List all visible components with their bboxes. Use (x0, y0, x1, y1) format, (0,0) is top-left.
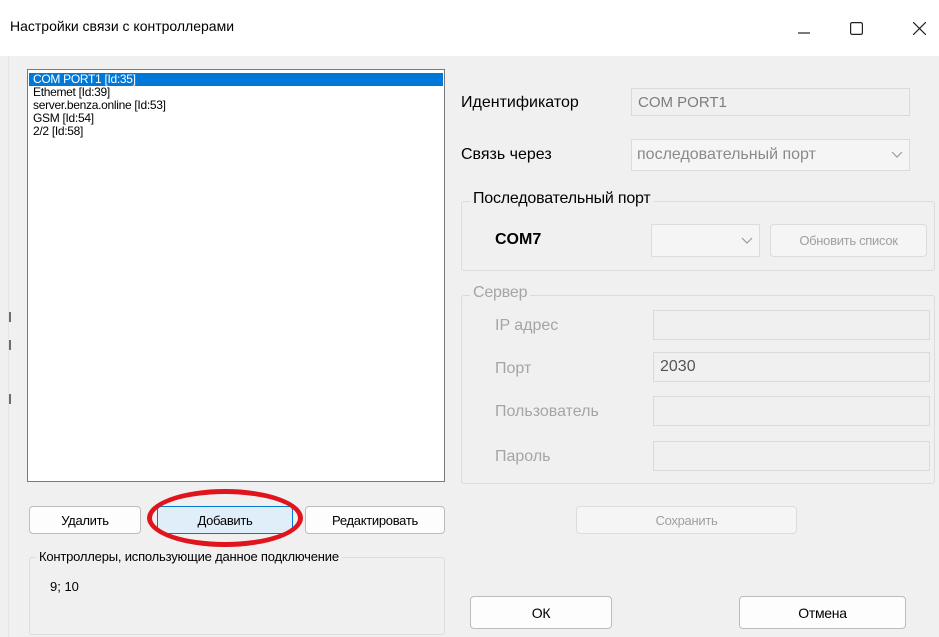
ip-address-field[interactable] (653, 310, 930, 340)
chevron-down-icon (891, 146, 903, 164)
serial-port-name: COM7 (495, 231, 542, 248)
highlight-annotation (147, 489, 303, 547)
connections-list[interactable]: COM PORT1 [Id:35] Ethemet [Id:39] server… (27, 69, 445, 482)
close-button[interactable] (899, 8, 939, 48)
connect-via-select[interactable]: последовательный порт (631, 139, 910, 171)
serial-port-group: Последовательный порт COM7 Обновить спис… (461, 190, 935, 271)
serial-port-select[interactable] (651, 224, 760, 257)
ok-button[interactable]: ОК (470, 596, 612, 629)
window-title: Настройки связи с контроллерами (10, 18, 235, 34)
password-field[interactable] (653, 441, 930, 471)
close-icon (912, 21, 926, 35)
edge-marker (9, 340, 11, 350)
server-legend: Сервер (470, 284, 531, 302)
ip-address-label: IP адрес (495, 317, 559, 334)
minimize-icon (798, 32, 810, 34)
controllers-value: 9; 10 (50, 579, 79, 594)
title-bar: Настройки связи с контроллерами (0, 0, 939, 56)
controllers-group-legend: Контроллеры, использующие данное подключ… (36, 549, 342, 564)
server-group: Сервер IP адрес Порт 2030 Пользователь П… (461, 284, 935, 484)
identifier-label: Идентификатор (461, 94, 579, 111)
edge-marker (9, 394, 11, 404)
port-field[interactable]: 2030 (653, 352, 930, 382)
cancel-button[interactable]: Отмена (739, 596, 906, 629)
edit-button[interactable]: Редактировать (305, 506, 445, 534)
serial-port-legend: Последовательный порт (470, 190, 654, 208)
maximize-button[interactable] (836, 8, 876, 48)
edge-marker (9, 312, 11, 322)
list-item[interactable]: 2/2 [Id:58] (29, 125, 443, 138)
list-item[interactable]: GSM [Id:54] (29, 112, 443, 125)
password-label: Пароль (495, 448, 551, 465)
connect-via-label: Связь через (461, 146, 552, 163)
save-button[interactable]: Сохранить (576, 506, 797, 534)
connect-via-value: последовательный порт (637, 146, 816, 163)
port-label: Порт (495, 360, 532, 377)
delete-button[interactable]: Удалить (29, 506, 141, 534)
refresh-list-button[interactable]: Обновить список (770, 224, 927, 257)
user-field[interactable] (653, 396, 930, 426)
user-label: Пользователь (495, 403, 599, 420)
chevron-down-icon (741, 232, 753, 250)
minimize-button[interactable] (784, 8, 824, 48)
maximize-icon (849, 21, 863, 35)
controllers-group: Контроллеры, использующие данное подключ… (29, 549, 445, 635)
identifier-field[interactable]: COM PORT1 (631, 88, 910, 116)
